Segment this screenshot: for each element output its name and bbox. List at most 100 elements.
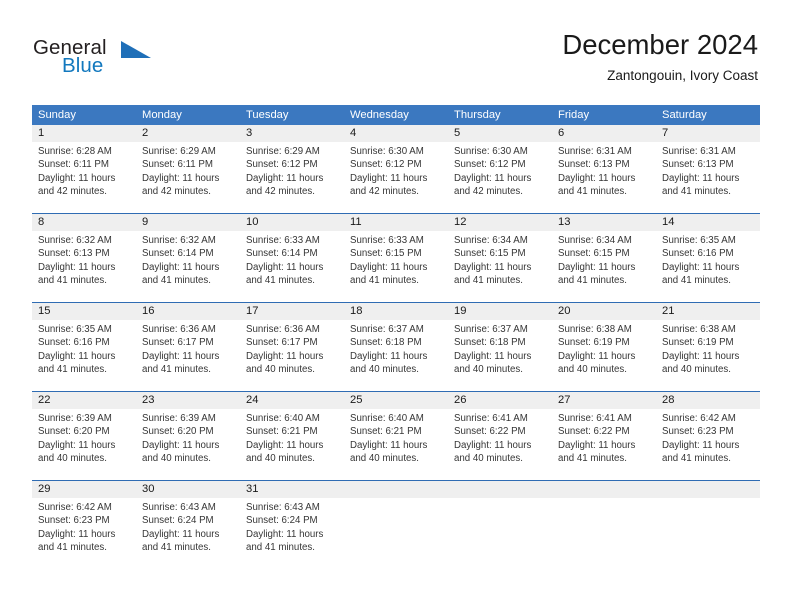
day-number[interactable]: 20 xyxy=(552,303,656,320)
day-number[interactable]: 2 xyxy=(136,125,240,142)
day-number[interactable]: 11 xyxy=(344,214,448,231)
daylight-text-line2: and 41 minutes. xyxy=(142,541,211,553)
day-number[interactable]: 6 xyxy=(552,125,656,142)
day-cell[interactable]: Sunrise: 6:30 AM Sunset: 6:12 PM Dayligh… xyxy=(344,142,448,213)
day-number[interactable]: 15 xyxy=(32,303,136,320)
sunrise-text: Sunrise: 6:37 AM xyxy=(454,324,528,335)
sunrise-text: Sunrise: 6:33 AM xyxy=(246,235,320,246)
sunset-text: Sunset: 6:21 PM xyxy=(246,426,318,438)
day-number[interactable]: 27 xyxy=(552,392,656,409)
daylight-text-line2: and 42 minutes. xyxy=(350,185,419,197)
day-number[interactable]: 26 xyxy=(448,392,552,409)
sunrise-text: Sunrise: 6:39 AM xyxy=(38,413,112,424)
sunset-text: Sunset: 6:22 PM xyxy=(454,426,526,438)
sunset-text: Sunset: 6:14 PM xyxy=(246,248,318,260)
day-number[interactable]: 9 xyxy=(136,214,240,231)
day-number[interactable]: 17 xyxy=(240,303,344,320)
sunset-text: Sunset: 6:19 PM xyxy=(558,337,630,349)
day-cell[interactable]: Sunrise: 6:39 AM Sunset: 6:20 PM Dayligh… xyxy=(136,409,240,480)
day-cell[interactable]: Sunrise: 6:34 AM Sunset: 6:15 PM Dayligh… xyxy=(448,231,552,302)
day-cell[interactable]: Sunrise: 6:28 AM Sunset: 6:11 PM Dayligh… xyxy=(32,142,136,213)
day-cell[interactable]: Sunrise: 6:43 AM Sunset: 6:24 PM Dayligh… xyxy=(136,498,240,566)
sunrise-text: Sunrise: 6:30 AM xyxy=(454,146,528,157)
daylight-text-line2: and 40 minutes. xyxy=(350,363,419,375)
day-cell[interactable]: Sunrise: 6:40 AM Sunset: 6:21 PM Dayligh… xyxy=(240,409,344,480)
day-number[interactable]: 18 xyxy=(344,303,448,320)
day-cell[interactable]: Sunrise: 6:37 AM Sunset: 6:18 PM Dayligh… xyxy=(448,320,552,391)
day-number[interactable]: 28 xyxy=(656,392,760,409)
day-number-empty xyxy=(344,481,448,498)
daylight-text-line2: and 41 minutes. xyxy=(38,363,107,375)
day-cell[interactable]: Sunrise: 6:33 AM Sunset: 6:14 PM Dayligh… xyxy=(240,231,344,302)
sunset-text: Sunset: 6:23 PM xyxy=(38,515,110,527)
day-cell[interactable]: Sunrise: 6:36 AM Sunset: 6:17 PM Dayligh… xyxy=(240,320,344,391)
calendar-grid: Sunday Monday Tuesday Wednesday Thursday… xyxy=(32,105,760,566)
day-cell[interactable]: Sunrise: 6:35 AM Sunset: 6:16 PM Dayligh… xyxy=(32,320,136,391)
week-day-detail-row: Sunrise: 6:35 AM Sunset: 6:16 PM Dayligh… xyxy=(32,320,760,391)
day-number[interactable]: 30 xyxy=(136,481,240,498)
day-cell[interactable]: Sunrise: 6:35 AM Sunset: 6:16 PM Dayligh… xyxy=(656,231,760,302)
daylight-text-line1: Daylight: 11 hours xyxy=(350,261,428,273)
day-cell[interactable]: Sunrise: 6:32 AM Sunset: 6:14 PM Dayligh… xyxy=(136,231,240,302)
day-number[interactable]: 24 xyxy=(240,392,344,409)
day-cell[interactable]: Sunrise: 6:39 AM Sunset: 6:20 PM Dayligh… xyxy=(32,409,136,480)
day-cell[interactable]: Sunrise: 6:43 AM Sunset: 6:24 PM Dayligh… xyxy=(240,498,344,566)
day-number[interactable]: 19 xyxy=(448,303,552,320)
day-number[interactable]: 13 xyxy=(552,214,656,231)
sunrise-text: Sunrise: 6:28 AM xyxy=(38,146,112,157)
day-cell[interactable]: Sunrise: 6:38 AM Sunset: 6:19 PM Dayligh… xyxy=(656,320,760,391)
day-number[interactable]: 21 xyxy=(656,303,760,320)
day-number[interactable]: 5 xyxy=(448,125,552,142)
day-cell[interactable]: Sunrise: 6:33 AM Sunset: 6:15 PM Dayligh… xyxy=(344,231,448,302)
day-cell[interactable]: Sunrise: 6:29 AM Sunset: 6:12 PM Dayligh… xyxy=(240,142,344,213)
day-cell[interactable]: Sunrise: 6:34 AM Sunset: 6:15 PM Dayligh… xyxy=(552,231,656,302)
day-number[interactable]: 31 xyxy=(240,481,344,498)
day-number[interactable]: 23 xyxy=(136,392,240,409)
triangle-icon xyxy=(121,41,151,58)
day-number[interactable]: 14 xyxy=(656,214,760,231)
day-number[interactable]: 16 xyxy=(136,303,240,320)
day-number[interactable]: 8 xyxy=(32,214,136,231)
day-number[interactable]: 25 xyxy=(344,392,448,409)
week-day-number-band: 15 16 17 18 19 20 21 xyxy=(32,303,760,320)
day-number[interactable]: 10 xyxy=(240,214,344,231)
calendar-week-row: 8 9 10 11 12 13 14 Sunrise: 6:32 AM Suns… xyxy=(32,213,760,302)
brand-logo[interactable]: General Blue xyxy=(33,36,233,84)
day-cell[interactable]: Sunrise: 6:37 AM Sunset: 6:18 PM Dayligh… xyxy=(344,320,448,391)
day-cell[interactable]: Sunrise: 6:40 AM Sunset: 6:21 PM Dayligh… xyxy=(344,409,448,480)
day-cell[interactable]: Sunrise: 6:31 AM Sunset: 6:13 PM Dayligh… xyxy=(552,142,656,213)
day-cell[interactable]: Sunrise: 6:41 AM Sunset: 6:22 PM Dayligh… xyxy=(552,409,656,480)
day-cell[interactable]: Sunrise: 6:42 AM Sunset: 6:23 PM Dayligh… xyxy=(32,498,136,566)
day-cell[interactable]: Sunrise: 6:36 AM Sunset: 6:17 PM Dayligh… xyxy=(136,320,240,391)
daylight-text-line2: and 40 minutes. xyxy=(558,363,627,375)
day-number[interactable]: 1 xyxy=(32,125,136,142)
day-cell[interactable]: Sunrise: 6:30 AM Sunset: 6:12 PM Dayligh… xyxy=(448,142,552,213)
sunset-text: Sunset: 6:15 PM xyxy=(350,248,422,260)
day-cell[interactable]: Sunrise: 6:29 AM Sunset: 6:11 PM Dayligh… xyxy=(136,142,240,213)
day-cell[interactable]: Sunrise: 6:32 AM Sunset: 6:13 PM Dayligh… xyxy=(32,231,136,302)
daylight-text-line1: Daylight: 11 hours xyxy=(142,172,220,184)
daylight-text-line1: Daylight: 11 hours xyxy=(142,350,220,362)
sunset-text: Sunset: 6:24 PM xyxy=(246,515,318,527)
sunset-text: Sunset: 6:21 PM xyxy=(350,426,422,438)
sunset-text: Sunset: 6:15 PM xyxy=(454,248,526,260)
sunrise-text: Sunrise: 6:33 AM xyxy=(350,235,424,246)
week-day-detail-row: Sunrise: 6:42 AM Sunset: 6:23 PM Dayligh… xyxy=(32,498,760,566)
day-cell[interactable]: Sunrise: 6:31 AM Sunset: 6:13 PM Dayligh… xyxy=(656,142,760,213)
day-cell[interactable]: Sunrise: 6:42 AM Sunset: 6:23 PM Dayligh… xyxy=(656,409,760,480)
day-number[interactable]: 12 xyxy=(448,214,552,231)
day-number[interactable]: 29 xyxy=(32,481,136,498)
sunset-text: Sunset: 6:24 PM xyxy=(142,515,214,527)
daylight-text-line2: and 40 minutes. xyxy=(454,363,523,375)
day-cell[interactable]: Sunrise: 6:38 AM Sunset: 6:19 PM Dayligh… xyxy=(552,320,656,391)
brand-name-blue: Blue xyxy=(62,54,104,77)
day-number[interactable]: 22 xyxy=(32,392,136,409)
daylight-text-line2: and 41 minutes. xyxy=(662,185,731,197)
day-number[interactable]: 7 xyxy=(656,125,760,142)
weekday-header-row: Sunday Monday Tuesday Wednesday Thursday… xyxy=(32,105,760,125)
sunset-text: Sunset: 6:15 PM xyxy=(558,248,630,260)
day-number[interactable]: 4 xyxy=(344,125,448,142)
day-cell[interactable]: Sunrise: 6:41 AM Sunset: 6:22 PM Dayligh… xyxy=(448,409,552,480)
day-number[interactable]: 3 xyxy=(240,125,344,142)
daylight-text-line1: Daylight: 11 hours xyxy=(454,350,532,362)
